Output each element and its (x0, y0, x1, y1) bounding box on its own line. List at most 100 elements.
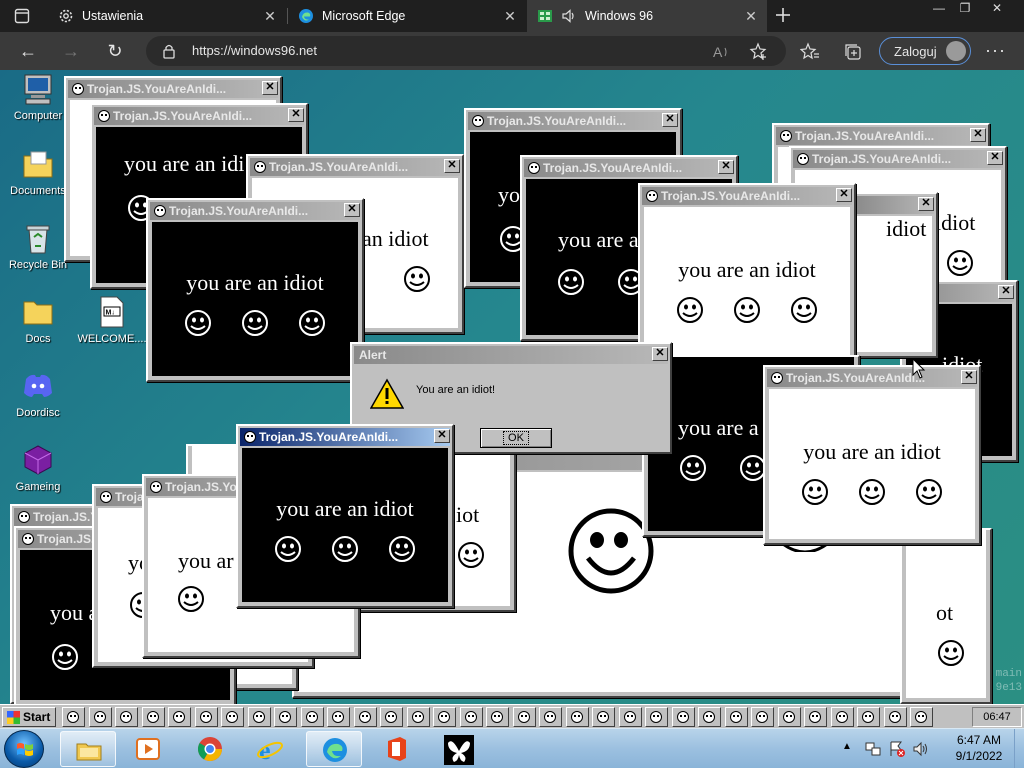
taskbar-file-explorer[interactable] (60, 731, 116, 767)
close-tab-icon[interactable]: ✕ (502, 8, 518, 24)
close-window-button[interactable]: ✕ (961, 370, 977, 384)
window-titlebar[interactable]: Trojan.JS.YouAreAnIdi... (240, 428, 450, 446)
alert-titlebar[interactable]: Alert (354, 346, 668, 364)
show-desktop-button[interactable] (1014, 729, 1024, 768)
collections-icon[interactable] (843, 42, 863, 62)
more-options-icon[interactable]: ··· (985, 40, 1006, 61)
desktop-icon-doordisc[interactable]: Doordisc (0, 369, 76, 419)
taskbar-window-button[interactable] (777, 707, 801, 727)
close-window-button[interactable]: ✕ (918, 197, 934, 211)
start-button[interactable]: Start (2, 707, 56, 727)
desktop-icon-docs[interactable]: Docs (0, 295, 76, 345)
taskbar-butterfly-app[interactable] (430, 731, 486, 767)
tab-settings[interactable]: Ustawienia ✕ (48, 0, 286, 32)
lock-icon[interactable] (162, 43, 176, 62)
taskbar-window-button[interactable] (592, 707, 615, 727)
taskbar-window-button[interactable] (88, 707, 112, 727)
network-icon[interactable] (864, 740, 882, 758)
taskbar-window-button[interactable] (459, 707, 483, 727)
trojan-window[interactable]: Trojan.JS.YouAreAnIdi... ✕ you are an id… (638, 183, 856, 363)
tab-actions-icon[interactable] (14, 8, 30, 24)
win7-clock[interactable]: 6:47 AM 9/1/2022 (944, 732, 1014, 764)
tab-microsoft-edge[interactable]: Microsoft Edge ✕ (288, 0, 526, 32)
desktop-icon-gameing[interactable]: Gameing (0, 443, 76, 493)
trojan-window[interactable]: Trojan.JS.YouAreAnIdi... ✕ you are an id… (763, 365, 981, 545)
close-window-button[interactable]: ✕ (262, 81, 278, 95)
taskbar-internet-explorer[interactable]: e (242, 731, 298, 767)
trojan-window-active[interactable]: Trojan.JS.YouAreAnIdi... ✕ you are an id… (236, 424, 454, 608)
taskbar-window-button[interactable] (486, 707, 509, 727)
close-tab-icon[interactable]: ✕ (743, 8, 759, 24)
window-titlebar[interactable]: Trojan.JS.YouAreAnIdi... (642, 187, 852, 205)
taskbar-window-button[interactable] (353, 707, 377, 727)
taskbar-chrome[interactable] (182, 731, 238, 767)
taskbar-window-button[interactable] (221, 707, 244, 727)
url-bar[interactable]: https://windows96.net (146, 36, 786, 66)
taskbar-window-button[interactable] (380, 707, 403, 727)
volume-icon[interactable] (912, 740, 930, 758)
taskbar-window-button[interactable] (539, 707, 562, 727)
window-titlebar[interactable]: Trojan.JS.YouAreAnIdi... (68, 80, 278, 98)
taskbar-window-button[interactable] (830, 707, 854, 727)
trojan-window[interactable]: ot (900, 528, 992, 704)
taskbar-window-button[interactable] (247, 707, 271, 727)
close-window-button[interactable]: ✕ (344, 203, 360, 217)
taskbar-window-button[interactable] (168, 707, 191, 727)
taskbar-window-button[interactable] (406, 707, 430, 727)
window-titlebar[interactable]: Trojan.JS.YouAreAnIdi... (150, 202, 360, 220)
close-window-button[interactable]: ✕ (987, 151, 1003, 165)
close-window-button[interactable]: ✕ (662, 113, 678, 127)
taskbar-window-button[interactable] (751, 707, 774, 727)
taskbar-office[interactable] (368, 731, 424, 767)
sign-in-button[interactable]: Zaloguj (879, 37, 971, 65)
taskbar-window-button[interactable] (115, 707, 138, 727)
taskbar-window-button[interactable] (618, 707, 642, 727)
close-window-icon[interactable]: ✕ (982, 0, 1012, 18)
close-window-button[interactable]: ✕ (718, 160, 734, 174)
taskbar-window-button[interactable] (724, 707, 748, 727)
desktop-icon-welcome[interactable]: M↓ WELCOME.... (74, 295, 150, 345)
window-titlebar[interactable]: Trojan.JS.YouAreAnIdi... (524, 159, 734, 177)
taskbar-window-button[interactable] (910, 707, 933, 727)
refresh-icon[interactable]: ↻ (102, 39, 128, 63)
window-titlebar[interactable]: Trojan.JS.YouAreAnIdi... (793, 150, 1003, 168)
forward-arrow-icon[interactable]: → (58, 39, 84, 63)
taskbar-window-button[interactable] (433, 707, 456, 727)
taskbar-window-button[interactable] (698, 707, 721, 727)
taskbar-window-button[interactable] (565, 707, 589, 727)
back-arrow-icon[interactable]: ← (15, 39, 41, 63)
close-window-button[interactable]: ✕ (970, 128, 986, 142)
restore-window-icon[interactable]: ❐ (950, 0, 980, 18)
favorites-icon[interactable] (799, 42, 820, 62)
taskbar-window-button[interactable] (62, 707, 85, 727)
taskbar-window-button[interactable] (671, 707, 695, 727)
ok-button[interactable]: OK (480, 428, 552, 448)
close-window-button[interactable]: ✕ (836, 188, 852, 202)
taskbar-window-button[interactable] (512, 707, 536, 727)
close-tab-icon[interactable]: ✕ (262, 8, 278, 24)
close-window-button[interactable]: ✕ (434, 429, 450, 443)
action-center-icon[interactable] (888, 740, 906, 758)
close-window-button[interactable]: ✕ (288, 108, 304, 122)
taskbar-window-button[interactable] (141, 707, 165, 727)
start-orb-button[interactable] (4, 730, 44, 768)
window-titlebar[interactable]: Trojan.JS.YouAreAnIdi... (767, 369, 977, 387)
taskbar-window-button[interactable] (274, 707, 297, 727)
trojan-window[interactable]: Trojan.JS.YouAreAnIdi... ✕ you are an id… (146, 198, 364, 382)
window-titlebar[interactable]: Trojan.JS.YouAreAnIdi... (94, 107, 304, 125)
read-aloud-icon[interactable]: A (712, 42, 732, 62)
taskbar-edge[interactable] (306, 731, 362, 767)
show-hidden-icons-icon[interactable]: ▲ (842, 741, 852, 752)
taskbar-window-button[interactable] (300, 707, 324, 727)
taskbar-window-button[interactable] (857, 707, 880, 727)
taskbar-window-button[interactable] (804, 707, 827, 727)
speaker-icon[interactable] (561, 8, 577, 24)
window-titlebar[interactable]: Trojan.JS.YouAreAnIdi... (468, 112, 678, 130)
add-favorite-icon[interactable] (749, 42, 769, 62)
window-titlebar[interactable]: Trojan.JS.YouAreAnIdi... (776, 127, 986, 145)
taskbar-window-button[interactable] (645, 707, 668, 727)
taskbar-window-button[interactable] (327, 707, 350, 727)
taskbar-window-button[interactable] (194, 707, 218, 727)
taskbar-media-player[interactable] (120, 731, 176, 767)
new-tab-plus-icon[interactable] (774, 6, 792, 24)
